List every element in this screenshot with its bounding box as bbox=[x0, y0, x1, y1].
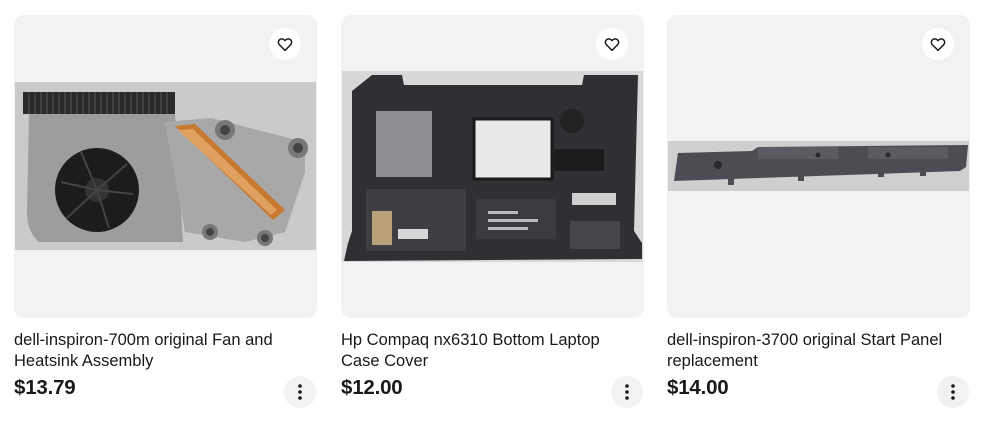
fan-heatsink-image[interactable] bbox=[15, 82, 316, 250]
listing-image-container[interactable] bbox=[341, 15, 644, 318]
listing-card[interactable]: Hp Compaq nx6310 Bottom Laptop Case Cove… bbox=[341, 15, 644, 415]
listing-grid: dell-inspiron-700m original Fan and Heat… bbox=[14, 15, 974, 415]
vertical-dots-icon bbox=[625, 384, 629, 400]
listing-price: $13.79 bbox=[14, 376, 76, 399]
listing-title[interactable]: dell-inspiron-3700 original Start Panel … bbox=[667, 330, 957, 372]
vertical-dots-icon bbox=[951, 384, 955, 400]
heart-outline-icon bbox=[604, 38, 620, 52]
watch-button[interactable] bbox=[269, 28, 301, 60]
listing-image-container[interactable] bbox=[14, 15, 317, 318]
listing-card[interactable]: dell-inspiron-3700 original Start Panel … bbox=[667, 15, 970, 415]
listing-price: $12.00 bbox=[341, 376, 403, 399]
vertical-dots-icon bbox=[298, 384, 302, 400]
heart-outline-icon bbox=[277, 38, 293, 52]
listing-image-container[interactable] bbox=[667, 15, 970, 318]
more-options-button[interactable] bbox=[611, 376, 643, 408]
start-panel-image[interactable] bbox=[668, 141, 969, 191]
listing-title[interactable]: Hp Compaq nx6310 Bottom Laptop Case Cove… bbox=[341, 330, 631, 372]
listing-card[interactable]: dell-inspiron-700m original Fan and Heat… bbox=[14, 15, 317, 415]
heart-outline-icon bbox=[930, 38, 946, 52]
laptop-bottom-cover-image[interactable] bbox=[342, 71, 643, 262]
listing-title[interactable]: dell-inspiron-700m original Fan and Heat… bbox=[14, 330, 304, 372]
more-options-button[interactable] bbox=[937, 376, 969, 408]
more-options-button[interactable] bbox=[284, 376, 316, 408]
listing-price: $14.00 bbox=[667, 376, 729, 399]
watch-button[interactable] bbox=[922, 28, 954, 60]
watch-button[interactable] bbox=[596, 28, 628, 60]
